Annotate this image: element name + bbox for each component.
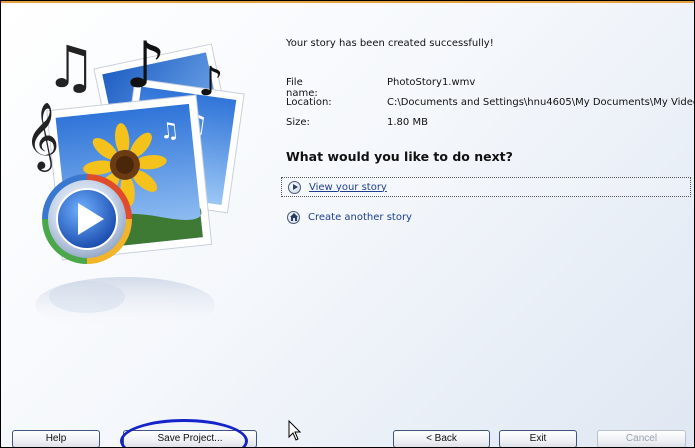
size-label: Size: — [286, 117, 310, 128]
success-message: Your story has been created successfully… — [286, 38, 494, 49]
help-button[interactable]: Help — [12, 430, 100, 447]
file-name-value: PhotoStory1.wmv — [387, 77, 476, 88]
save-project-button[interactable]: Save Project... — [123, 430, 257, 447]
view-story-option[interactable]: View your story — [281, 177, 691, 197]
wizard-window: ♫ ♫ ♪ ♪ 𝄞 Your story has been created su… — [0, 0, 695, 448]
cancel-button: Cancel — [597, 430, 686, 447]
create-story-link[interactable]: Create another story — [308, 212, 412, 223]
music-note-icon: ♪ — [125, 29, 166, 103]
music-note-icon: ♪ — [198, 59, 224, 105]
next-step-question: What would you like to do next? — [286, 149, 513, 164]
media-player-logo — [42, 174, 132, 264]
size-value: 1.80 MB — [387, 117, 428, 128]
window-top-border — [1, 1, 694, 3]
exit-button[interactable]: Exit — [499, 430, 577, 447]
music-note-icon: ♫ — [45, 33, 97, 101]
view-story-link[interactable]: View your story — [309, 182, 387, 193]
mouse-cursor-icon — [288, 420, 302, 441]
treble-clef-icon: 𝄞 — [25, 101, 59, 172]
play-icon — [288, 180, 301, 194]
back-button[interactable]: < Back — [393, 430, 490, 447]
create-story-option[interactable]: Create another story — [281, 207, 691, 227]
svg-text:♫: ♫ — [158, 118, 180, 145]
location-value: C:\Documents and Settings\hnu4605\My Doc… — [387, 97, 695, 108]
location-label: Location: — [286, 97, 332, 108]
photo-story-artwork: ♫ ♫ ♪ ♪ 𝄞 — [25, 29, 245, 333]
home-icon — [287, 210, 300, 224]
file-name-label: File name: — [286, 77, 318, 99]
